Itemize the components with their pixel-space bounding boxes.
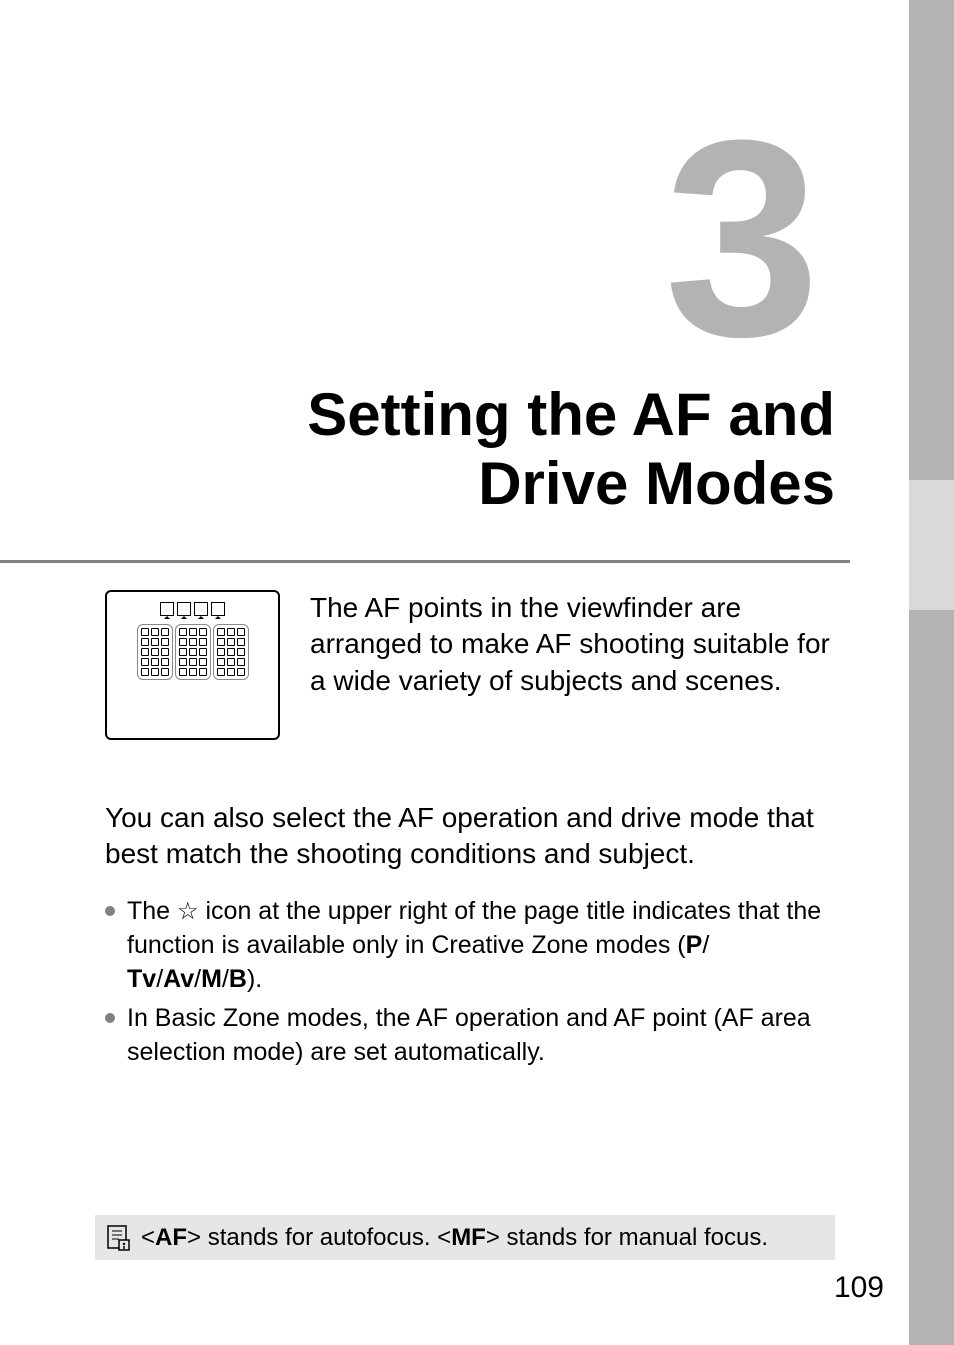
bullet-item: In Basic Zone modes, the AF operation an…: [105, 1002, 835, 1070]
chapter-title-line1: Setting the AF and: [307, 381, 835, 448]
vf-mode-icon: [177, 602, 191, 616]
mf-label: MF: [451, 1224, 486, 1251]
bullet-item: The ☆ icon at the upper right of the pag…: [105, 895, 835, 996]
chapter-title-line2: Drive Modes: [478, 450, 835, 517]
mode-b-label: B: [229, 965, 247, 993]
sidebar-right: [909, 0, 954, 1345]
divider-line: [0, 560, 850, 563]
vf-mode-icon: [160, 602, 174, 616]
viewfinder-description: The AF points in the viewfinder are arra…: [310, 590, 835, 740]
star-icon: ☆: [177, 896, 199, 928]
mode-av-label: Av: [163, 965, 194, 993]
chapter-title: Setting the AF and Drive Modes: [95, 380, 835, 518]
vf-mode-icon: [194, 602, 208, 616]
sidebar-tab: [909, 480, 954, 610]
vf-af-point-grid: [137, 624, 249, 680]
vf-top-icons: [160, 602, 225, 616]
mode-tv-label: Tv: [127, 965, 156, 993]
bullet-text: In Basic Zone modes, the AF operation an…: [127, 1002, 835, 1070]
vf-mode-icon: [211, 602, 225, 616]
chapter-number: 3: [500, 95, 830, 380]
body-paragraph: You can also select the AF operation and…: [105, 800, 835, 873]
viewfinder-row: The AF points in the viewfinder are arra…: [105, 590, 835, 740]
mode-p-label: P: [686, 931, 703, 959]
note-box: <AF> stands for autofocus. <MF> stands f…: [95, 1215, 835, 1260]
svg-text:3: 3: [664, 95, 820, 375]
viewfinder-diagram: [105, 590, 280, 740]
bullet-dot-icon: [105, 906, 115, 916]
note-text: <AF> stands for autofocus. <MF> stands f…: [141, 1224, 768, 1252]
mode-m-label: M: [201, 965, 222, 993]
bullet-text: The ☆ icon at the upper right of the pag…: [127, 895, 835, 996]
page-number: 109: [834, 1271, 884, 1305]
bullet-dot-icon: [105, 1013, 115, 1023]
bullet-list: The ☆ icon at the upper right of the pag…: [105, 895, 835, 1076]
af-label: AF: [155, 1224, 187, 1251]
note-icon: [105, 1224, 131, 1252]
